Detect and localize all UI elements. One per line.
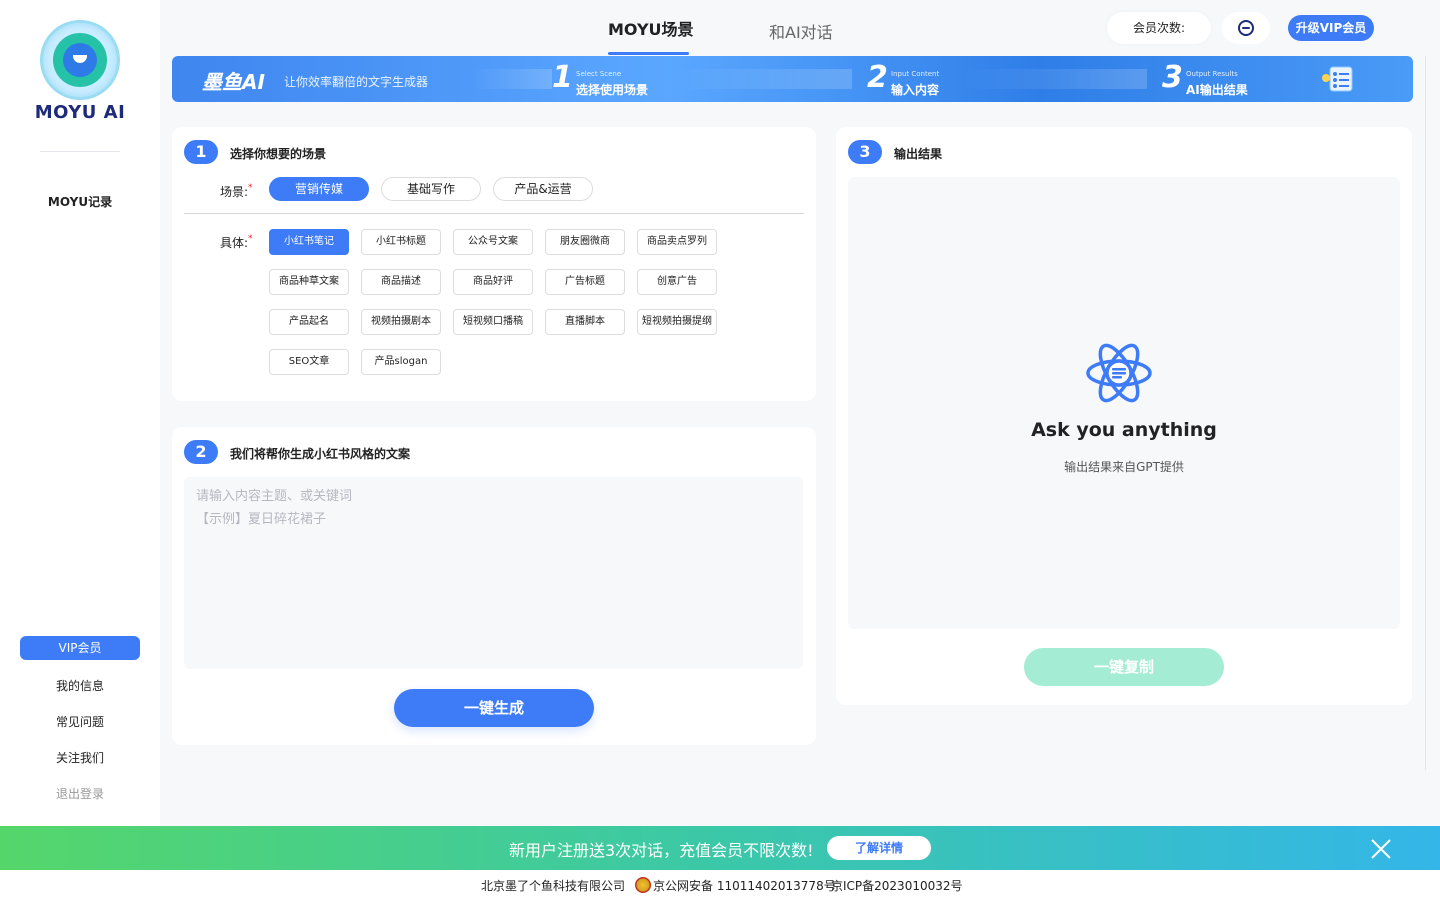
step-number: 2	[867, 60, 888, 95]
scene-chip[interactable]: 公众号文案	[453, 229, 533, 255]
step-badge: 3	[848, 140, 882, 164]
category-product-ops[interactable]: 产品&运营	[493, 177, 593, 201]
sidebar: MOYU AI MOYU记录 VIP会员 我的信息 常见问题 关注我们 退出登录	[0, 0, 160, 826]
banner-stripe	[472, 69, 552, 89]
scene-chip[interactable]: SEO文章	[269, 349, 349, 375]
avatar[interactable]	[1222, 12, 1270, 44]
step-en-label: Output Results	[1186, 70, 1238, 78]
step-en-label: Select Scene	[576, 70, 622, 78]
output-card: 3 输出结果 Ask you anything 输出结果来自GPT提供 一键复制	[836, 127, 1412, 705]
learn-more-button[interactable]: 了解详情	[827, 836, 931, 860]
sidebar-item-my-info[interactable]: 我的信息	[0, 677, 160, 694]
scene-chip[interactable]: 广告标题	[545, 269, 625, 295]
police-emblem-icon	[635, 877, 651, 893]
member-count: 会员次数:	[1107, 12, 1211, 44]
scene-label: 场景:*	[220, 183, 253, 199]
footer-icp[interactable]: 京ICP备2023010032号	[831, 877, 963, 894]
card-title: 选择你想要的场景	[230, 147, 327, 161]
checklist-icon	[1322, 66, 1353, 92]
scene-chip[interactable]: 朋友圈微商	[545, 229, 625, 255]
scene-chip[interactable]: 商品卖点罗列	[637, 229, 717, 255]
footer-company: 北京墨了个鱼科技有限公司	[481, 879, 626, 893]
moyu-logo-icon[interactable]	[40, 20, 120, 100]
step-zh-label: AI输出结果	[1186, 83, 1248, 97]
scene-chip[interactable]: 小红书标题	[361, 229, 441, 255]
card-title: 我们将帮你生成小红书风格的文案	[230, 447, 411, 461]
scene-chip[interactable]: 产品slogan	[361, 349, 441, 375]
sidebar-item-moyu-record[interactable]: MOYU记录	[0, 193, 160, 210]
generate-button[interactable]: 一键生成	[394, 689, 594, 727]
steps-banner: 墨鱼AI 让你效率翻倍的文字生成器 1 Select Scene 选择使用场景 …	[172, 56, 1413, 102]
banner-stripe	[962, 69, 1147, 89]
scene-chip[interactable]: 视频拍摄剧本	[361, 309, 441, 335]
card-title: 输出结果	[894, 147, 943, 161]
scene-chip[interactable]: 小红书笔记	[269, 229, 349, 255]
banner-stripe	[672, 69, 852, 89]
logout-link[interactable]: 退出登录	[0, 785, 160, 802]
output-area[interactable]: Ask you anything 输出结果来自GPT提供	[848, 177, 1400, 629]
tab-moyu-scene[interactable]: MOYU场景	[608, 16, 694, 40]
step-en-label: Input Content	[891, 70, 940, 78]
topic-input[interactable]	[184, 477, 803, 669]
specific-label: 具体:*	[220, 234, 253, 250]
category-marketing[interactable]: 营销传媒	[269, 177, 369, 201]
step-zh-label: 选择使用场景	[576, 83, 649, 97]
category-basic-writing[interactable]: 基础写作	[381, 177, 481, 201]
input-card: 2 我们将帮你生成小红书风格的文案 一键生成	[172, 427, 816, 745]
sidebar-item-follow-us[interactable]: 关注我们	[0, 749, 160, 766]
footer: 北京墨了个鱼科技有限公司 京公网安备 11011402013778号 京ICP备…	[0, 870, 1440, 900]
scrollbar-track[interactable]	[1425, 56, 1426, 770]
scene-chip[interactable]: 商品种草文案	[269, 269, 349, 295]
scene-chip[interactable]: 商品描述	[361, 269, 441, 295]
scene-label-text: 场景:	[220, 185, 249, 199]
scene-chip[interactable]: 产品起名	[269, 309, 349, 335]
card-divider	[184, 213, 804, 214]
banner-brand: 墨鱼AI	[202, 70, 265, 94]
upgrade-vip-button[interactable]: 升级VIP会员	[1288, 15, 1374, 41]
sidebar-item-faq[interactable]: 常见问题	[0, 713, 160, 730]
step-badge: 1	[184, 140, 218, 164]
ask-title: Ask you anything	[1031, 419, 1217, 441]
scene-card: 1 选择你想要的场景 场景:* 营销传媒 基础写作 产品&运营 具体:* 小红书…	[172, 127, 816, 401]
specific-label-text: 具体:	[220, 236, 249, 250]
vip-member-button[interactable]: VIP会员	[20, 636, 140, 660]
top-header: MOYU场景 和AI对话 会员次数: 升级VIP会员	[160, 0, 1440, 56]
footer-police-record[interactable]: 京公网安备 11011402013778号	[653, 877, 836, 894]
scene-chip[interactable]: 直播脚本	[545, 309, 625, 335]
tab-ai-chat[interactable]: 和AI对话	[769, 19, 833, 43]
banner-slogan: 让你效率翻倍的文字生成器	[284, 75, 429, 89]
sidebar-divider	[40, 151, 120, 152]
user-face-icon	[1238, 20, 1254, 36]
promo-text: 新用户注册送3次对话，充值会员不限次数!	[509, 841, 814, 860]
close-icon[interactable]	[1368, 836, 1394, 862]
scene-chip[interactable]: 短视频拍摄提纲	[637, 309, 717, 335]
active-tab-indicator	[608, 52, 689, 55]
promo-bar: 新用户注册送3次对话，充值会员不限次数! 了解详情	[0, 826, 1440, 870]
step-badge: 2	[184, 440, 218, 464]
scene-chip[interactable]: 商品好评	[453, 269, 533, 295]
scene-chip[interactable]: 创意广告	[637, 269, 717, 295]
step-zh-label: 输入内容	[891, 83, 940, 97]
step-number: 1	[552, 60, 573, 95]
copy-button[interactable]: 一键复制	[1024, 648, 1224, 686]
ask-subtitle: 输出结果来自GPT提供	[1064, 460, 1184, 474]
atom-icon	[1086, 343, 1152, 403]
brand-name: MOYU AI	[34, 102, 126, 123]
scene-chip[interactable]: 短视频口播稿	[453, 309, 533, 335]
step-number: 3	[1162, 60, 1183, 95]
